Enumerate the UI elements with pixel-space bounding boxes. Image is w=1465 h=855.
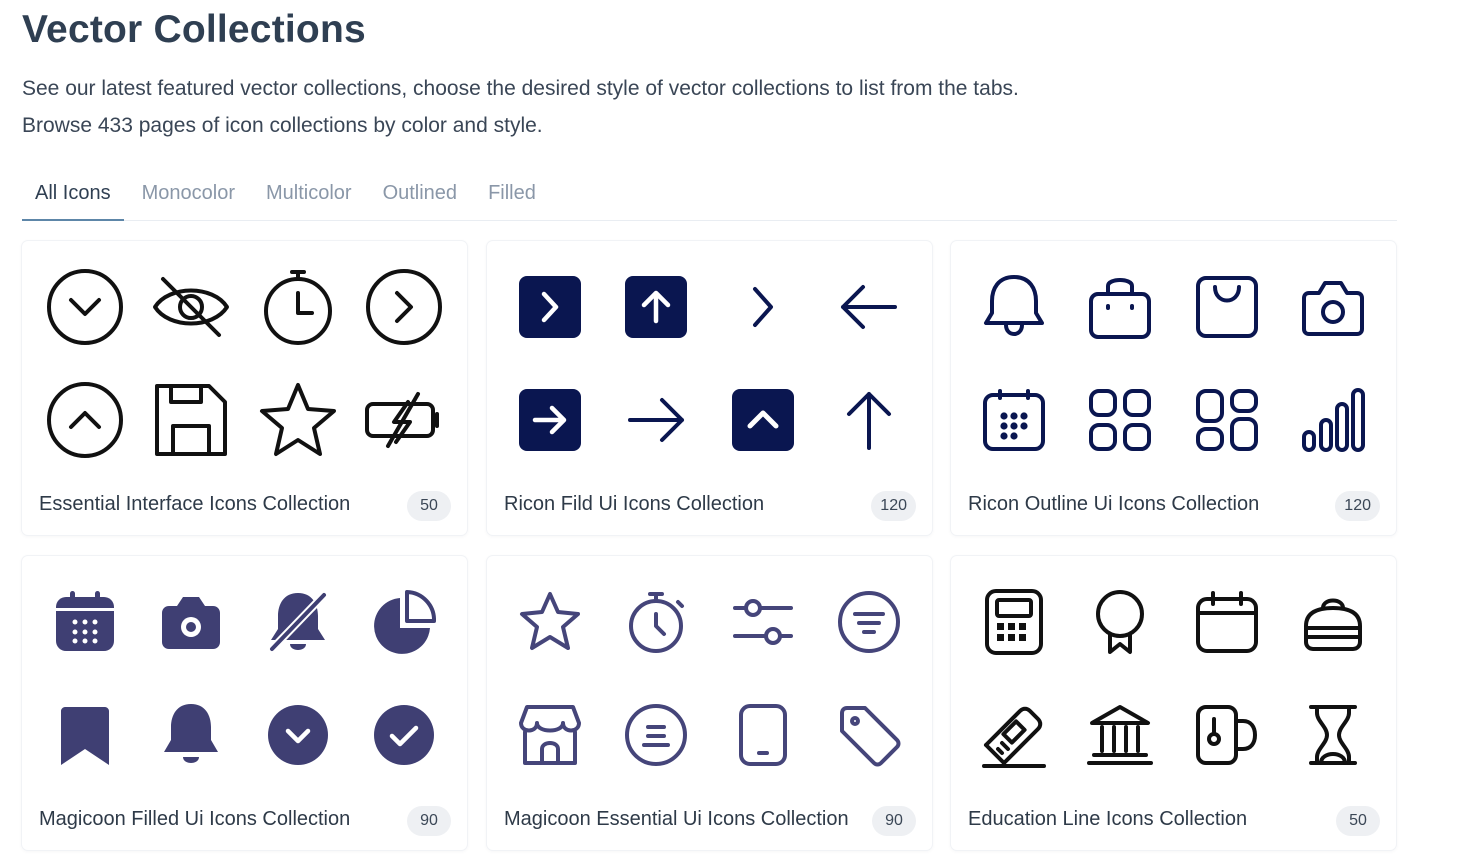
tab-all-icons[interactable]: All Icons xyxy=(22,176,124,221)
bookmark-icon xyxy=(61,706,110,765)
tab-monocolor[interactable]: Monocolor xyxy=(129,176,248,221)
chevron-right-circle-icon xyxy=(365,269,442,346)
collection-name[interactable]: Magicoon Filled Ui Icons Collection xyxy=(39,808,404,831)
collection-card-ricon-outline[interactable]: Ricon Outline Ui Icons Collection 120 xyxy=(951,241,1396,535)
menu-circle-icon xyxy=(625,703,688,766)
grid-icon xyxy=(1089,388,1152,451)
star-icon xyxy=(259,382,336,456)
calendar-icon xyxy=(56,591,115,652)
bag-icon xyxy=(1303,598,1362,652)
chevron-up-square-icon xyxy=(731,388,794,451)
arrow-left-icon xyxy=(840,285,897,330)
icon-preview-grid xyxy=(32,251,457,476)
battery-charging-icon xyxy=(364,391,439,448)
icon-count-badge: 120 xyxy=(1335,491,1380,521)
page-description: See our latest featured vector collectio… xyxy=(22,70,1019,144)
calculator-icon xyxy=(985,589,1044,656)
collection-name[interactable]: Ricon Outline Ui Icons Collection xyxy=(968,493,1333,516)
icon-preview-grid xyxy=(497,251,922,476)
bell-icon xyxy=(164,703,219,763)
icon-preview-grid xyxy=(961,251,1386,476)
collection-card-education-line[interactable]: Education Line Icons Collection 50 xyxy=(951,556,1396,850)
award-icon xyxy=(1096,590,1145,655)
grid-alt-icon xyxy=(1195,388,1258,451)
bank-icon xyxy=(1087,704,1154,765)
icon-count-badge: 90 xyxy=(872,806,916,836)
collection-name[interactable]: Education Line Icons Collection xyxy=(968,808,1333,831)
arrow-up-icon xyxy=(846,391,891,450)
chevron-down-circle-icon xyxy=(267,704,328,765)
collection-card-essential-interface[interactable]: Essential Interface Icons Collection 50 xyxy=(22,241,467,535)
bell-icon xyxy=(984,275,1045,337)
check-circle-icon xyxy=(373,704,434,765)
tab-outlined[interactable]: Outlined xyxy=(370,176,471,221)
collection-card-ricon-fild[interactable]: Ricon Fild Ui Icons Collection 120 xyxy=(487,241,932,535)
collection-card-magicoon-essential[interactable]: Magicoon Essential Ui Icons Collection 9… xyxy=(487,556,932,850)
calendar-icon xyxy=(1195,591,1258,654)
camera-icon xyxy=(1301,281,1364,337)
icon-count-badge: 90 xyxy=(407,806,451,836)
bell-off-icon xyxy=(267,591,328,654)
signal-bars-icon xyxy=(1301,387,1365,452)
icon-count-badge: 120 xyxy=(871,491,916,521)
eye-off-icon xyxy=(153,277,230,338)
chevron-right-square-icon xyxy=(519,276,582,339)
pie-chart-icon xyxy=(373,590,436,655)
star-icon xyxy=(520,592,581,651)
ruler-icon xyxy=(982,706,1047,768)
collection-name[interactable]: Essential Interface Icons Collection xyxy=(39,493,404,516)
camera-icon xyxy=(162,597,221,650)
floppy-disk-icon xyxy=(155,383,228,456)
collection-card-magicoon-filled[interactable]: Magicoon Filled Ui Icons Collection 90 xyxy=(22,556,467,850)
chevron-down-circle-icon xyxy=(47,269,124,346)
icon-preview-grid xyxy=(961,566,1386,791)
icon-count-badge: 50 xyxy=(407,491,451,521)
stopwatch-icon xyxy=(263,270,332,346)
collection-name[interactable]: Ricon Fild Ui Icons Collection xyxy=(504,493,869,516)
icon-count-badge: 50 xyxy=(1336,806,1380,836)
description-line-1: See our latest featured vector collectio… xyxy=(22,77,1019,100)
collection-name[interactable]: Magicoon Essential Ui Icons Collection xyxy=(504,808,869,831)
page-title: Vector Collections xyxy=(22,8,366,51)
chevron-right-icon xyxy=(752,287,773,328)
tab-filled[interactable]: Filled xyxy=(475,176,549,221)
stopwatch-icon xyxy=(629,592,685,654)
shopping-bag-icon xyxy=(1089,278,1152,340)
chevron-up-circle-icon xyxy=(47,381,124,458)
arrow-right-icon xyxy=(628,397,685,442)
collection-tabs: All Icons Monocolor Multicolor Outlined … xyxy=(22,176,1397,221)
tag-icon xyxy=(839,705,901,767)
mug-icon xyxy=(1195,704,1257,765)
shopping-bag-alt-icon xyxy=(1195,276,1258,339)
store-icon xyxy=(519,704,582,765)
icon-preview-grid xyxy=(497,566,922,791)
sliders-icon xyxy=(732,599,793,646)
hourglass-icon xyxy=(1308,704,1357,765)
arrow-up-square-icon xyxy=(625,276,688,339)
arrow-right-square-icon xyxy=(519,388,582,451)
filter-circle-icon xyxy=(837,591,900,654)
description-line-2: Browse 433 pages of icon collections by … xyxy=(22,114,543,137)
calendar-icon xyxy=(983,388,1046,451)
icon-preview-grid xyxy=(32,566,457,791)
tab-multicolor[interactable]: Multicolor xyxy=(253,176,365,221)
tablet-icon xyxy=(738,703,787,766)
